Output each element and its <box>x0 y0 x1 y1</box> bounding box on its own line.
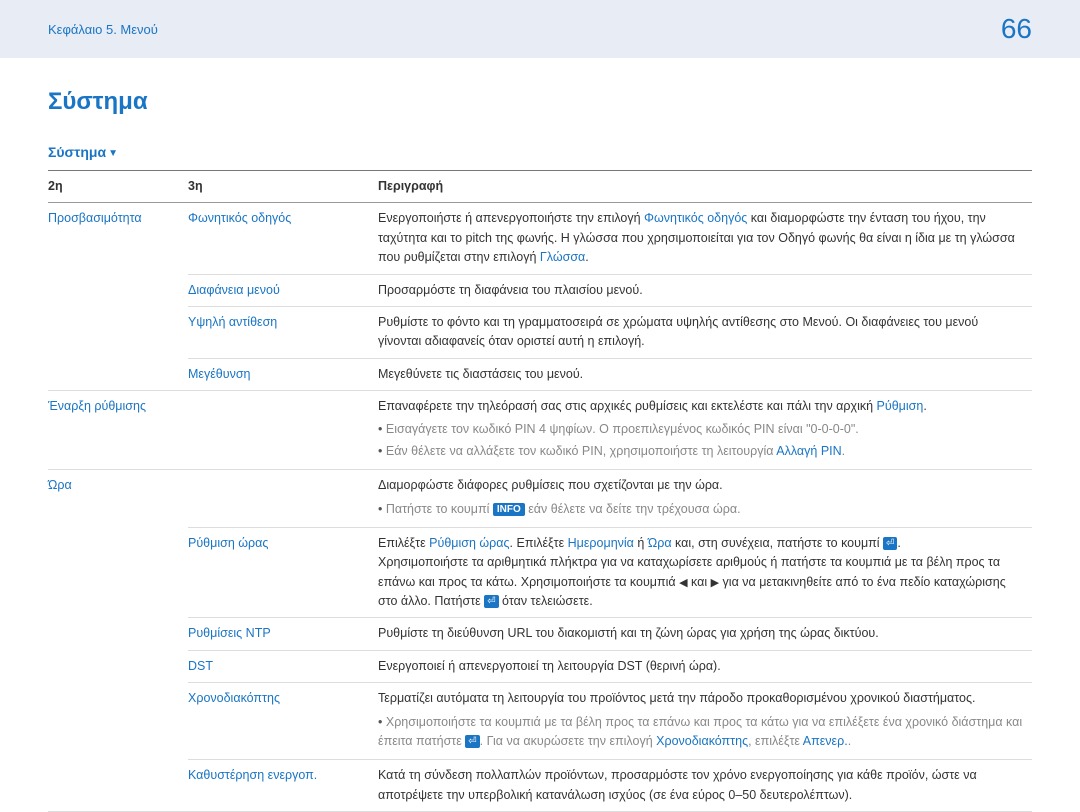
menu-table: 2η 3η Περιγραφή Προσβασιμότητα Φωνητικός… <box>48 170 1032 812</box>
row-enlarge: Μεγέθυνση Μεγεθύνετε τις διαστάσεις του … <box>48 358 1032 390</box>
enter-button-icon: ⏎ <box>883 537 897 550</box>
page-number: 66 <box>1001 13 1032 45</box>
cell-voice-guide-label: Φωνητικός οδηγός <box>188 203 378 274</box>
cell-sleep-timer-desc: Τερματίζει αυτόματα τη λειτουργία του πρ… <box>378 683 1032 760</box>
row-start-setup: Έναρξη ρύθμισης Επαναφέρετε την τηλεόρασ… <box>48 391 1032 470</box>
cell-power-on-delay-desc: Κατά τη σύνδεση πολλαπλών προϊόντων, προ… <box>378 760 1032 812</box>
cell-ntp-desc: Ρυθμίστε τη διεύθυνση URL του διακομιστή… <box>378 618 1032 650</box>
breadcrumb: Κεφάλαιο 5. Μενού <box>48 22 158 37</box>
right-arrow-icon: ▶ <box>711 575 719 592</box>
bullet-info-time: Πατήστε το κουμπί INFO εάν θέλετε να δεί… <box>378 500 1024 519</box>
cell-dst-label: DST <box>188 650 378 682</box>
row-menu-transparency: Διαφάνεια μενού Προσαρμόστε τη διαφάνεια… <box>48 274 1032 306</box>
enter-button-icon: ⏎ <box>484 595 498 608</box>
cell-enlarge-desc: Μεγεθύνετε τις διαστάσεις του μενού. <box>378 358 1032 390</box>
cell-menu-transparency-label: Διαφάνεια μενού <box>188 274 378 306</box>
row-high-contrast: Υψηλή αντίθεση Ρυθμίστε το φόντο και τη … <box>48 306 1032 358</box>
bullet-change-pin: Εάν θέλετε να αλλάξετε τον κωδικό PIN, χ… <box>378 442 1024 461</box>
cell-accessibility: Προσβασιμότητα <box>48 203 188 391</box>
row-voice-guide: Προσβασιμότητα Φωνητικός οδηγός Ενεργοπο… <box>48 203 1032 274</box>
cell-clock-set-label: Ρύθμιση ώρας <box>188 527 378 618</box>
page-content: Σύστημα Σύστημα▼ 2η 3η Περιγραφή Προσβασ… <box>0 58 1080 812</box>
section-subtitle: Σύστημα▼ <box>48 144 1032 160</box>
enter-button-icon: ⏎ <box>465 735 479 748</box>
header-col-2: 2η <box>48 171 188 203</box>
row-clock-set: Ρύθμιση ώρας Επιλέξτε Ρύθμιση ώρας. Επιλ… <box>48 527 1032 618</box>
row-dst: DST Ενεργοποιεί ή απενεργοποιεί τη λειτο… <box>48 650 1032 682</box>
header-description: Περιγραφή <box>378 171 1032 203</box>
bullet-pin-default: Εισαγάγετε τον κωδικό PIN 4 ψηφίων. Ο πρ… <box>378 420 1024 439</box>
row-time: Ώρα Διαμορφώστε διάφορες ρυθμίσεις που σ… <box>48 470 1032 528</box>
subtitle-text: Σύστημα <box>48 144 106 160</box>
row-sleep-timer: Χρονοδιακόπτης Τερματίζει αυτόματα τη λε… <box>48 683 1032 760</box>
chevron-down-icon: ▼ <box>108 148 118 159</box>
cell-ntp-label: Ρυθμίσεις NTP <box>188 618 378 650</box>
page-header: Κεφάλαιο 5. Μενού 66 <box>0 0 1080 58</box>
cell-high-contrast-label: Υψηλή αντίθεση <box>188 306 378 358</box>
cell-enlarge-label: Μεγέθυνση <box>188 358 378 390</box>
cell-voice-guide-desc: Ενεργοποιήστε ή απενεργοποιήστε την επιλ… <box>378 203 1032 274</box>
cell-dst-desc: Ενεργοποιεί ή απενεργοποιεί τη λειτουργί… <box>378 650 1032 682</box>
row-ntp: Ρυθμίσεις NTP Ρυθμίστε τη διεύθυνση URL … <box>48 618 1032 650</box>
cell-power-on-delay-label: Καθυστέρηση ενεργοπ. <box>188 760 378 812</box>
bullet-sleep-timer: Χρησιμοποιήστε τα κουμπιά με τα βέλη προ… <box>378 713 1024 752</box>
page-title: Σύστημα <box>48 88 1032 116</box>
cell-high-contrast-desc: Ρυθμίστε το φόντο και τη γραμματοσειρά σ… <box>378 306 1032 358</box>
cell-start-setup-desc: Επαναφέρετε την τηλεόρασή σας στις αρχικ… <box>378 391 1032 470</box>
row-power-on-delay: Καθυστέρηση ενεργοπ. Κατά τη σύνδεση πολ… <box>48 760 1032 812</box>
cell-time-label: Ώρα <box>48 470 188 812</box>
cell-time-desc: Διαμορφώστε διάφορες ρυθμίσεις που σχετί… <box>378 470 1032 528</box>
header-col-3: 3η <box>188 171 378 203</box>
cell-menu-transparency-desc: Προσαρμόστε τη διαφάνεια του πλαισίου με… <box>378 274 1032 306</box>
left-arrow-icon: ◀ <box>679 575 687 592</box>
cell-clock-set-desc: Επιλέξτε Ρύθμιση ώρας. Επιλέξτε Ημερομην… <box>378 527 1032 618</box>
info-badge-icon: INFO <box>493 503 525 516</box>
cell-sleep-timer-label: Χρονοδιακόπτης <box>188 683 378 760</box>
cell-start-setup-label: Έναρξη ρύθμισης <box>48 391 188 470</box>
